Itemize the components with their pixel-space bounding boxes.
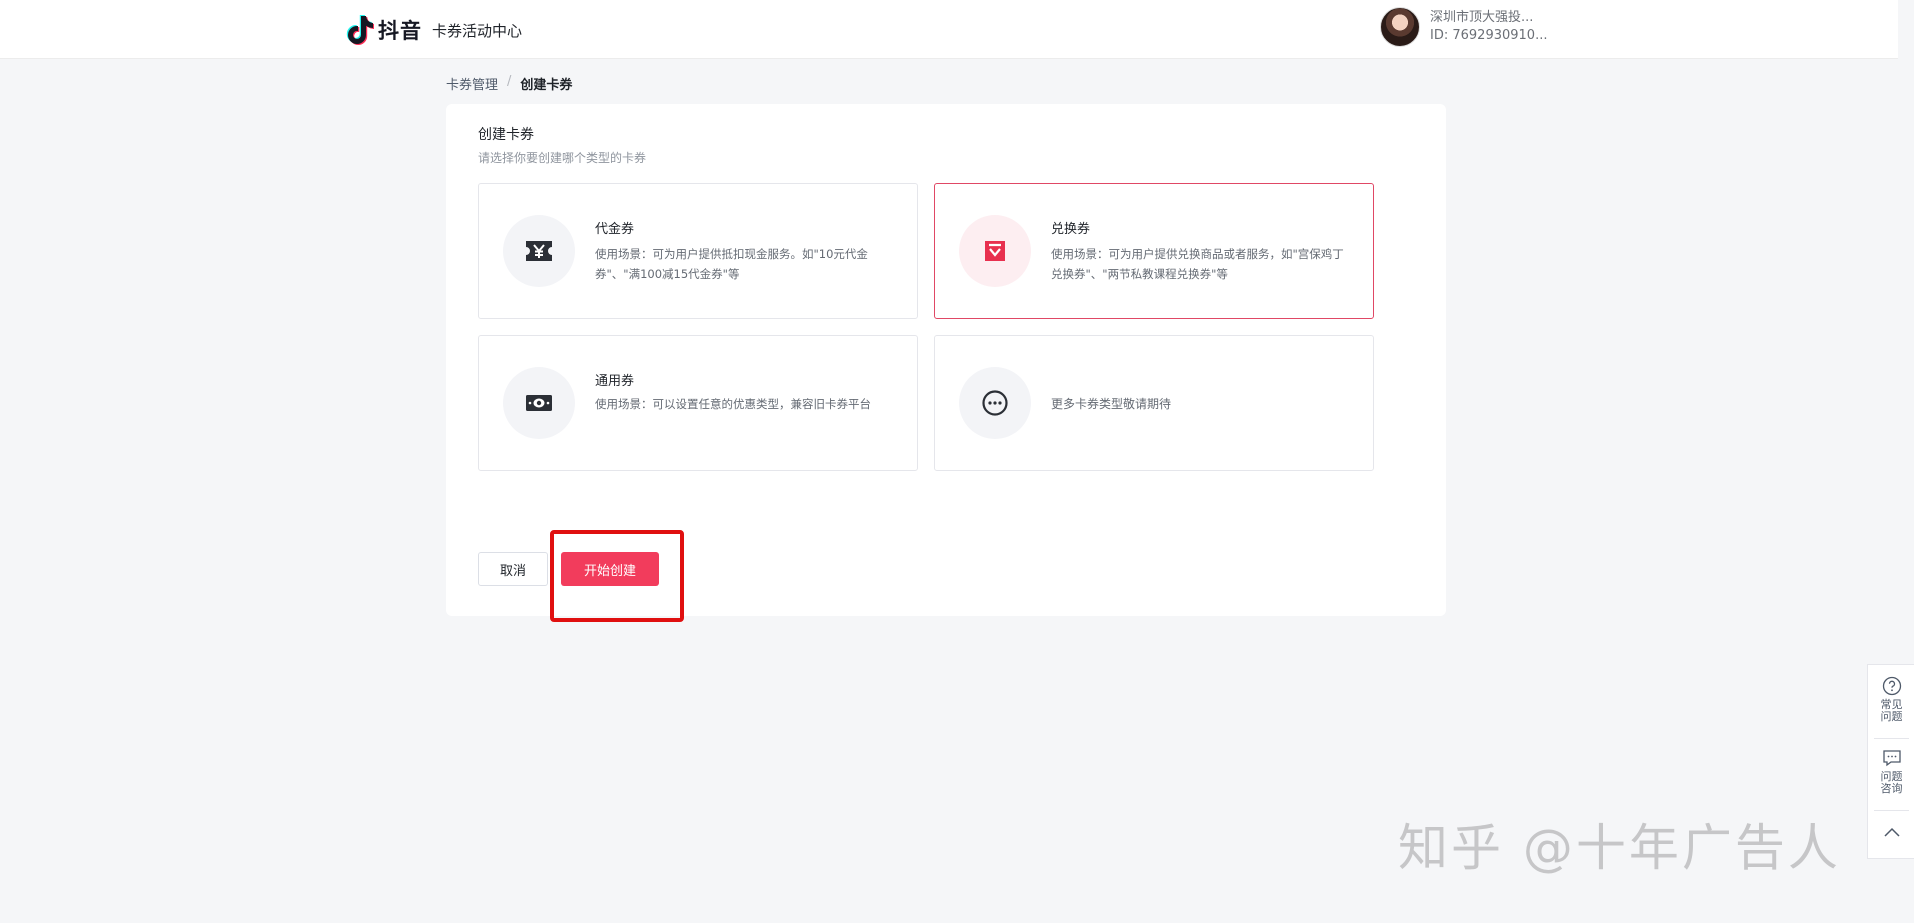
breadcrumb-current: 创建卡券 <box>520 78 573 93</box>
card-title: 兑换券 <box>1051 222 1091 237</box>
cancel-button[interactable]: 取消 <box>478 552 548 586</box>
coupon-type-card-cash[interactable]: 代金券 使用场景：可为用户提供抵扣现金服务。如"10元代金券"、"满100减15… <box>478 183 918 319</box>
douyin-note-icon <box>346 15 374 45</box>
card-title: 代金券 <box>595 222 635 237</box>
question-icon <box>1882 676 1901 696</box>
floating-help-bar: 常见问题 问题咨询 <box>1867 664 1914 859</box>
breadcrumb: 卡券管理 / 创建卡券 <box>446 74 572 93</box>
card-description: 使用场景：可为用户提供抵扣现金服务。如"10元代金券"、"满100减15代金券"… <box>595 247 868 281</box>
card-description: 更多卡券类型敬请期待 <box>1051 397 1172 411</box>
card-title: 通用券 <box>595 374 635 389</box>
banknote-icon <box>503 367 575 439</box>
breadcrumb-separator: / <box>507 74 512 89</box>
card-description: 使用场景：可以设置任意的优惠类型，兼容旧卡券平台 <box>595 397 871 411</box>
app-subtitle: 卡券活动中心 <box>432 21 523 40</box>
douyin-logo[interactable]: 抖音 卡券活动中心 <box>346 14 522 46</box>
brand-name: 抖音 <box>378 19 422 43</box>
faq-label: 常见问题 <box>1880 698 1903 723</box>
more-dots-icon <box>959 367 1031 439</box>
card-description: 使用场景：可为用户提供兑换商品或者服务，如"宫保鸡丁兑换券"、"两节私教课程兑换… <box>1051 247 1344 281</box>
chevron-up-icon <box>1883 827 1900 837</box>
chat-bubble-icon <box>1882 750 1901 767</box>
cash-voucher-icon <box>503 215 575 287</box>
consult-button[interactable]: 问题咨询 <box>1868 748 1914 795</box>
user-id: ID: 7692930910... <box>1430 28 1548 43</box>
annotation-highlight-box <box>550 530 684 622</box>
user-name: 深圳市顶大强投... <box>1430 10 1534 25</box>
back-to-top-button[interactable] <box>1868 823 1914 843</box>
top-bar: 抖音 卡券活动中心 深圳市顶大强投... ID: 7692930910... <box>0 0 1898 59</box>
avatar[interactable] <box>1380 7 1420 47</box>
page-title: 创建卡券 <box>478 127 534 143</box>
coupon-type-card-general[interactable]: 通用券 使用场景：可以设置任意的优惠类型，兼容旧卡券平台 <box>478 335 918 471</box>
page-subtitle: 请选择你要创建哪个类型的卡券 <box>478 151 647 165</box>
watermark: 知乎 @十年广告人 <box>1398 819 1841 877</box>
user-profile[interactable]: 深圳市顶大强投... ID: 7692930910... <box>1380 7 1547 47</box>
gift-box-icon <box>959 215 1031 287</box>
consult-label: 问题咨询 <box>1880 770 1903 795</box>
faq-button[interactable]: 常见问题 <box>1868 676 1914 723</box>
coupon-type-card-exchange[interactable]: 兑换券 使用场景：可为用户提供兑换商品或者服务，如"宫保鸡丁兑换券"、"两节私教… <box>934 183 1374 319</box>
breadcrumb-parent[interactable]: 卡券管理 <box>446 74 498 93</box>
coupon-type-card-more: 更多卡券类型敬请期待 <box>934 335 1374 471</box>
